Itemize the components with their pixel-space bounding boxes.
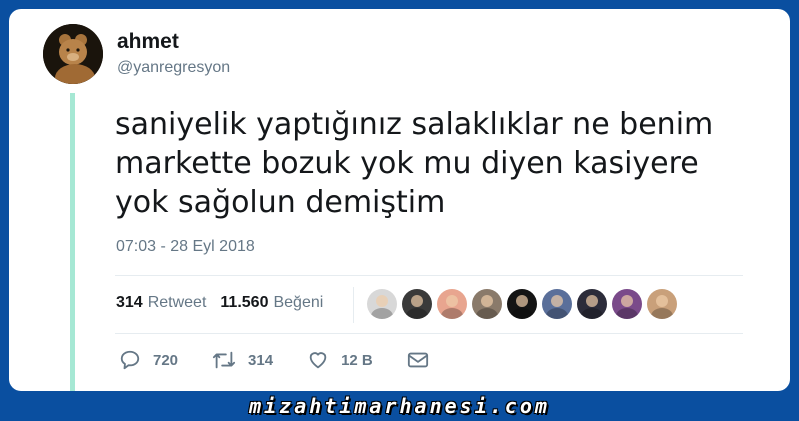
author-name[interactable]: ahmet: [117, 30, 179, 54]
watermark-text: mizahtimarhanesi.com: [249, 394, 550, 418]
retweet-icon: [212, 351, 236, 369]
divider: [115, 275, 743, 276]
action-bar: 720 314 12 B: [119, 349, 475, 371]
tweet-line: yok sağolun demiştim: [115, 185, 446, 220]
like-count: 11.560: [220, 294, 269, 311]
like-action-count: 12 B: [341, 351, 373, 369]
envelope-icon: [407, 352, 428, 368]
like-button[interactable]: 12 B: [307, 349, 373, 371]
retweet-button[interactable]: 314: [212, 349, 273, 371]
liker-avatar[interactable]: [437, 289, 467, 319]
liker-avatar[interactable]: [647, 289, 677, 319]
liker-avatar[interactable]: [612, 289, 642, 319]
reply-button[interactable]: 720: [119, 349, 178, 371]
liker-avatar[interactable]: [507, 289, 537, 319]
liker-avatar[interactable]: [542, 289, 572, 319]
heart-icon: [309, 352, 327, 369]
divider: [115, 333, 743, 334]
retweet-label: Retweet: [147, 294, 207, 311]
liker-avatar[interactable]: [472, 289, 502, 319]
message-button[interactable]: [407, 350, 441, 370]
avatar-image: [43, 24, 103, 84]
like-label: Beğeni: [273, 294, 324, 311]
thread-line: [70, 93, 75, 391]
tweet-card: ahmet @yanregresyon saniyelik yaptığınız…: [9, 9, 790, 391]
tweet-line: markette bozuk yok mu diyen kasiyere: [115, 146, 699, 181]
tweet-text: saniyelik yaptığınız salaklıklar ne beni…: [115, 105, 765, 222]
retweet-stat[interactable]: 314 Retweet: [116, 294, 206, 312]
like-stat[interactable]: 11.560 Beğeni: [220, 294, 323, 312]
avatar[interactable]: [43, 24, 103, 84]
tweet-line: saniyelik yaptığınız salaklıklar ne beni…: [115, 107, 714, 142]
stats-separator: [353, 287, 354, 323]
watermark-banner: mizahtimarhanesi.com: [0, 391, 799, 421]
engagement-stats: 314 Retweet 11.560 Beğeni: [116, 294, 337, 312]
liker-avatar[interactable]: [402, 289, 432, 319]
liker-avatars: [367, 289, 682, 319]
liker-avatar[interactable]: [577, 289, 607, 319]
reply-icon: [120, 350, 140, 370]
reply-count: 720: [153, 351, 179, 369]
retweet-action-count: 314: [248, 351, 274, 369]
author-handle[interactable]: @yanregresyon: [117, 59, 230, 77]
retweet-count: 314: [116, 294, 143, 311]
tweet-timestamp[interactable]: 07:03 - 28 Eyl 2018: [116, 238, 255, 256]
liker-avatar[interactable]: [367, 289, 397, 319]
